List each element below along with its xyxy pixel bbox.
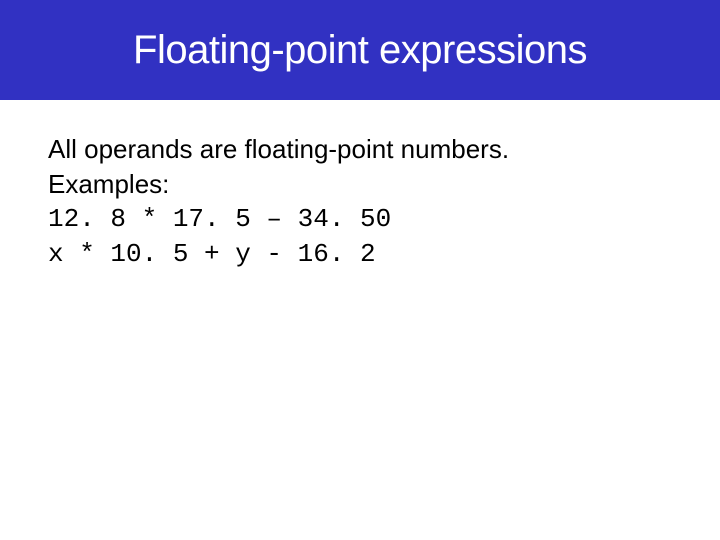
body-line-1: All operands are floating-point numbers.: [48, 132, 672, 167]
slide-header: Floating-point expressions: [0, 0, 720, 100]
code-example-1: 12. 8 * 17. 5 – 34. 50: [48, 202, 672, 237]
code-example-2: x * 10. 5 + y - 16. 2: [48, 237, 672, 272]
body-line-2: Examples:: [48, 167, 672, 202]
slide-content: All operands are floating-point numbers.…: [0, 100, 720, 272]
slide-title: Floating-point expressions: [133, 28, 587, 73]
